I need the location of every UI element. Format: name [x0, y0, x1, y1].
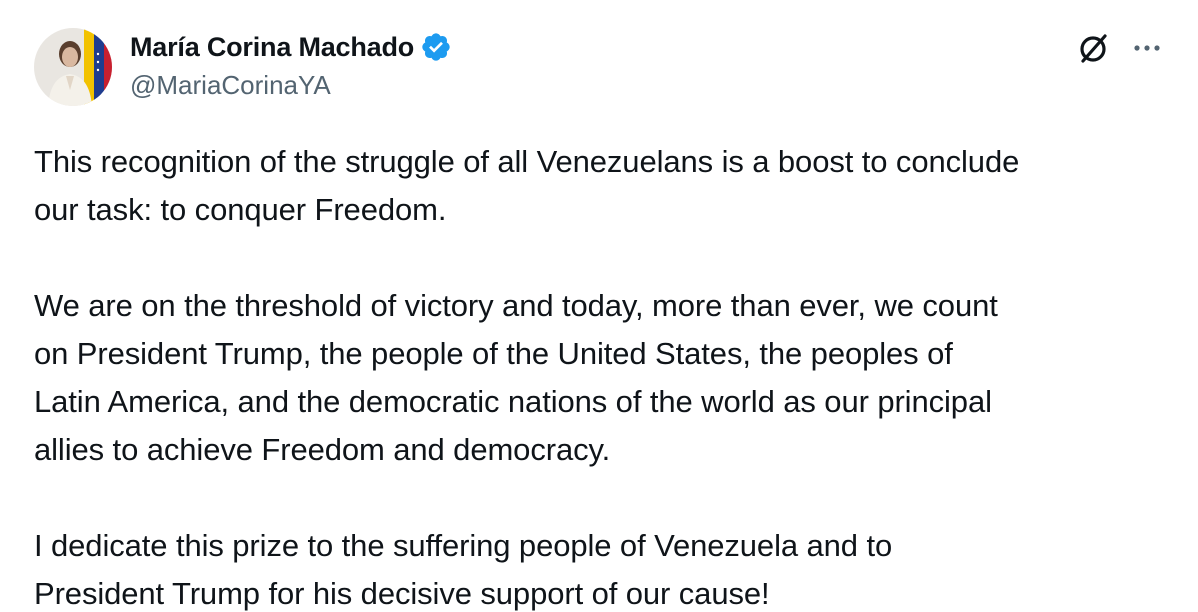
- author-display-name[interactable]: María Corina Machado: [130, 32, 414, 63]
- tweet-text: This recognition of the struggle of all …: [34, 138, 1174, 612]
- more-options-icon[interactable]: [1128, 28, 1168, 68]
- tweet-card: María Corina Machado @MariaCorinaYA This…: [0, 0, 1198, 612]
- tweet-paragraph-1: This recognition of the struggle of all …: [34, 144, 1020, 227]
- tweet-paragraph-2: We are on the threshold of victory and t…: [34, 288, 998, 467]
- author-handle[interactable]: @MariaCorinaYA: [130, 70, 331, 101]
- tweet-paragraph-3: I dedicate this prize to the suffering p…: [34, 528, 893, 611]
- grok-icon[interactable]: [1074, 28, 1114, 68]
- verified-badge-icon[interactable]: [420, 31, 452, 63]
- avatar[interactable]: [34, 28, 112, 106]
- author-name-row: María Corina Machado: [130, 28, 452, 66]
